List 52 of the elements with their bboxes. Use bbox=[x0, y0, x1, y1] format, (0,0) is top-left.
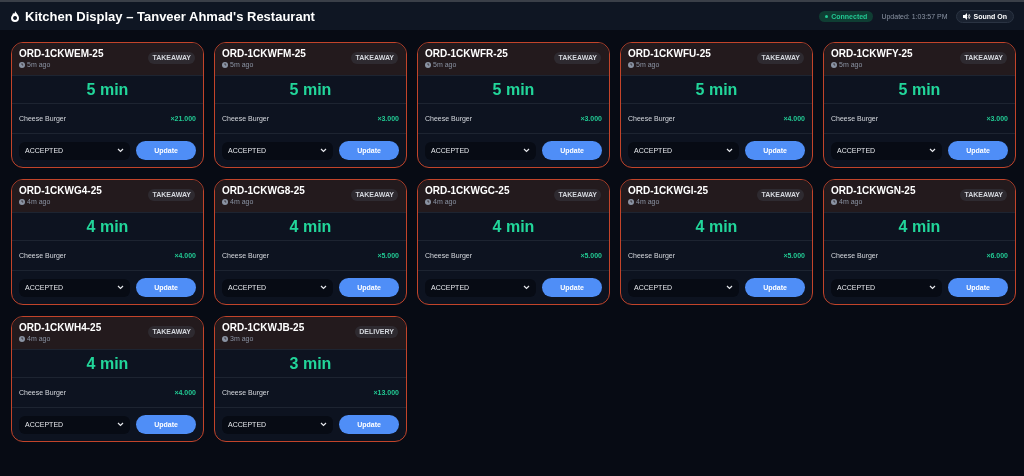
timer: 5 min bbox=[418, 76, 609, 104]
timer: 4 min bbox=[12, 213, 203, 241]
speaker-icon bbox=[962, 12, 971, 20]
chevron-down-icon bbox=[117, 422, 124, 427]
chevron-down-icon bbox=[726, 148, 733, 153]
clock-icon bbox=[628, 199, 634, 205]
chevron-down-icon bbox=[320, 422, 327, 427]
chevron-down-icon bbox=[523, 285, 530, 290]
timer: 3 min bbox=[215, 350, 406, 378]
clock-icon bbox=[425, 199, 431, 205]
clock-icon bbox=[425, 62, 431, 68]
order-number: ORD-1CKWEM-25 bbox=[19, 48, 104, 59]
clock-icon bbox=[222, 199, 228, 205]
clock-icon bbox=[831, 199, 837, 205]
chevron-down-icon bbox=[117, 285, 124, 290]
clock-icon bbox=[222, 336, 228, 342]
timer: 5 min bbox=[12, 76, 203, 104]
order-number: ORD-1CKWJB-25 bbox=[222, 322, 305, 333]
chevron-down-icon bbox=[117, 148, 124, 153]
order-number: ORD-1CKWFY-25 bbox=[831, 48, 913, 59]
order-number: ORD-1CKWG8-25 bbox=[222, 185, 305, 196]
flame-icon bbox=[10, 10, 20, 22]
order-number: ORD-1CKWFU-25 bbox=[628, 48, 711, 59]
timer: 4 min bbox=[824, 213, 1015, 241]
clock-icon bbox=[831, 62, 837, 68]
status-dot bbox=[825, 15, 829, 19]
page-title: Kitchen Display – Tanveer Ahmad's Restaurant bbox=[25, 8, 315, 24]
order-number: ORD-1CKWGN-25 bbox=[831, 185, 916, 196]
chevron-down-icon bbox=[320, 285, 327, 290]
timer: 4 min bbox=[215, 213, 406, 241]
timer: 4 min bbox=[418, 213, 609, 241]
order-number: ORD-1CKWGI-25 bbox=[628, 185, 708, 196]
order-number: ORD-1CKWGC-25 bbox=[425, 185, 510, 196]
timer: 5 min bbox=[215, 76, 406, 104]
clock-icon bbox=[222, 62, 228, 68]
chevron-down-icon bbox=[523, 148, 530, 153]
order-number: ORD-1CKWFR-25 bbox=[425, 48, 508, 59]
chevron-down-icon bbox=[929, 285, 936, 290]
clock-icon bbox=[19, 199, 25, 205]
order-number: ORD-1CKWFM-25 bbox=[222, 48, 306, 59]
chevron-down-icon bbox=[320, 148, 327, 153]
timer: 4 min bbox=[12, 350, 203, 378]
order-number: ORD-1CKWH4-25 bbox=[19, 322, 102, 333]
order-number: ORD-1CKWG4-25 bbox=[19, 185, 102, 196]
clock-icon bbox=[19, 62, 25, 68]
timer: 5 min bbox=[824, 76, 1015, 104]
clock-icon bbox=[19, 336, 25, 342]
timer: 5 min bbox=[621, 76, 812, 104]
chevron-down-icon bbox=[726, 285, 733, 290]
timer: 4 min bbox=[621, 213, 812, 241]
clock-icon bbox=[628, 62, 634, 68]
chevron-down-icon bbox=[929, 148, 936, 153]
